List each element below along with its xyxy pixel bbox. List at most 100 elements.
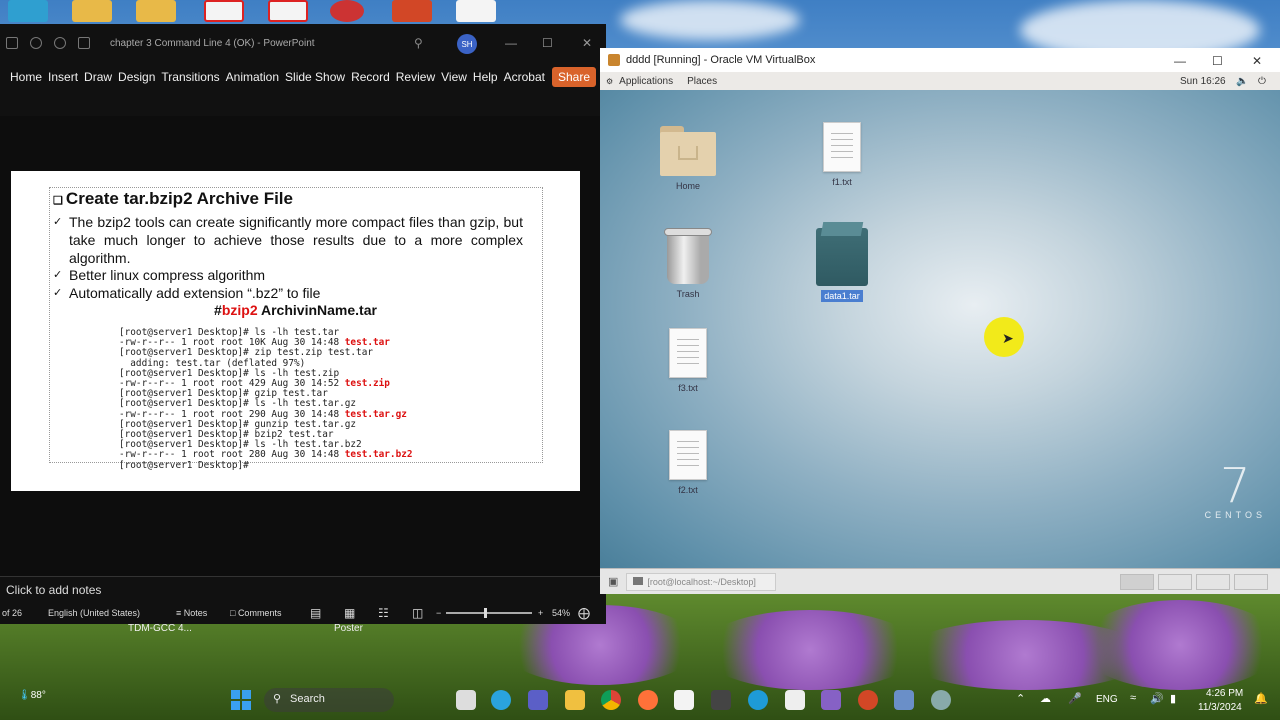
tray-overflow-icon[interactable]: ⌃	[1016, 692, 1025, 705]
desktop-icon-home[interactable]: Home	[648, 122, 728, 192]
chrome-icon[interactable]	[601, 690, 621, 710]
powerpoint-titlebar: chapter 3 Command Line 4 (OK) - PowerPoi…	[0, 24, 606, 62]
settings-icon[interactable]	[931, 690, 951, 710]
bullet-item: ✓ Automatically add extension “.bz2” to …	[53, 285, 321, 301]
virtualbox-icon[interactable]	[894, 690, 914, 710]
edge-icon[interactable]	[748, 690, 768, 710]
tab-view[interactable]: View	[441, 70, 467, 84]
presenter-view-icon[interactable]: ◫	[412, 606, 436, 620]
fit-slide-icon[interactable]: ⨁	[578, 606, 590, 620]
close-button[interactable]: ✕	[1252, 54, 1262, 68]
avatar[interactable]: SH	[457, 34, 477, 54]
virtualbox-window: dddd [Running] - Oracle VM VirtualBox — …	[600, 48, 1280, 594]
powerpoint-window: chapter 3 Command Line 4 (OK) - PowerPoi…	[0, 24, 606, 624]
tab-insert[interactable]: Insert	[48, 70, 78, 84]
undo-icon[interactable]	[30, 37, 42, 49]
visual-studio-icon[interactable]	[821, 690, 841, 710]
power-icon[interactable]: ⏻	[1258, 76, 1266, 87]
close-button[interactable]: ✕	[582, 36, 592, 50]
minimize-button[interactable]: —	[505, 36, 517, 50]
maximize-button[interactable]: ☐	[542, 36, 553, 50]
word-file-icon[interactable]	[456, 0, 496, 22]
desktop-icon[interactable]	[8, 0, 48, 22]
terminal-line: [root@server1 Desktop]#	[119, 459, 249, 471]
zoom-level[interactable]: 54%	[552, 608, 578, 618]
folder-icon[interactable]	[136, 0, 176, 22]
save-icon[interactable]	[6, 37, 18, 49]
home-folder-icon	[660, 122, 716, 176]
notification-bell-icon[interactable]: 🔔	[1254, 692, 1268, 705]
share-button[interactable]: Share	[551, 67, 596, 87]
slide-sorter-icon[interactable]: ▦	[344, 606, 378, 620]
reading-view-icon[interactable]: ☷	[378, 606, 412, 620]
firefox-icon[interactable]	[638, 690, 658, 710]
redo-icon[interactable]	[54, 37, 66, 49]
weather-widget[interactable]: 🌡88°	[18, 690, 46, 701]
icon-label: f1.txt	[832, 177, 852, 187]
zoom-out-button[interactable]: −	[436, 608, 446, 618]
tab-slide-show[interactable]: Slide Show	[285, 70, 345, 84]
present-icon[interactable]	[78, 37, 90, 49]
app-icon[interactable]	[785, 690, 805, 710]
taskbar-search-input[interactable]: ⚲ Search	[264, 688, 394, 712]
desktop-icon-f2[interactable]: f2.txt	[648, 430, 728, 496]
powerpoint-file-icon[interactable]	[392, 0, 432, 22]
minimize-button[interactable]: —	[1174, 54, 1186, 68]
maximize-button[interactable]: ☐	[1212, 54, 1223, 68]
slide[interactable]: ❑ Create tar.bzip2 Archive File ✓ The bz…	[11, 171, 580, 491]
start-icon[interactable]	[231, 690, 251, 710]
search-icon[interactable]: ⚲	[414, 36, 423, 50]
zoom-in-button[interactable]: +	[538, 608, 552, 618]
pdf-icon[interactable]	[204, 0, 244, 22]
telegram-icon[interactable]	[491, 690, 511, 710]
workspace-4[interactable]	[1234, 574, 1268, 590]
places-menu[interactable]: Places	[687, 76, 717, 87]
tab-animation[interactable]: Animation	[226, 70, 279, 84]
folder-icon[interactable]	[565, 690, 585, 710]
check-bullet-icon: ✓	[53, 287, 63, 299]
microphone-icon[interactable]: 🎤	[1068, 692, 1082, 705]
tab-transitions[interactable]: Transitions	[161, 70, 219, 84]
store-icon[interactable]	[674, 690, 694, 710]
desktop-icon-f1[interactable]: f1.txt	[802, 122, 882, 188]
desktop-icon-f3[interactable]: f3.txt	[648, 328, 728, 394]
powerpoint-icon[interactable]	[858, 690, 878, 710]
speaker-icon[interactable]: 🔊	[1150, 692, 1164, 705]
pdf-icon[interactable]	[268, 0, 308, 22]
teams-icon[interactable]	[528, 690, 548, 710]
volume-icon[interactable]: 🔈	[1236, 76, 1248, 87]
input-language[interactable]: ENG	[1096, 694, 1118, 705]
workspace-1[interactable]	[1120, 574, 1154, 590]
comments-button[interactable]: □ Comments	[230, 608, 310, 618]
workspace-3[interactable]	[1196, 574, 1230, 590]
language-status[interactable]: English (United States)	[48, 608, 176, 618]
desktop-icon-data1[interactable]: data1.tar	[802, 222, 882, 302]
tab-help[interactable]: Help	[473, 70, 498, 84]
terminal-task-button[interactable]: [root@localhost:~/Desktop]	[626, 572, 777, 591]
clock[interactable]: Sun 16:26	[1180, 76, 1226, 87]
file-explorer-icon[interactable]	[456, 690, 476, 710]
tab-design[interactable]: Design	[118, 70, 155, 84]
normal-view-icon[interactable]: ▤	[310, 606, 344, 620]
zoom-slider-handle[interactable]	[484, 608, 487, 618]
desktop-icon-trash[interactable]: Trash	[648, 228, 728, 300]
tab-home[interactable]: Home	[10, 70, 42, 84]
workspace-2[interactable]	[1158, 574, 1192, 590]
app-icon[interactable]	[711, 690, 731, 710]
tab-review[interactable]: Review	[396, 70, 435, 84]
zoom-slider[interactable]	[446, 608, 532, 618]
tab-draw[interactable]: Draw	[84, 70, 112, 84]
folder-icon[interactable]	[72, 0, 112, 22]
tab-record[interactable]: Record	[351, 70, 390, 84]
wifi-icon[interactable]: ≈	[1130, 692, 1136, 704]
tab-acrobat[interactable]: Acrobat	[504, 70, 545, 84]
avatar-icon[interactable]	[330, 0, 364, 22]
network-tray-icon[interactable]: ☁	[1040, 692, 1051, 705]
show-desktop-icon[interactable]: ▣	[608, 575, 618, 588]
battery-icon[interactable]: ▮	[1170, 692, 1176, 705]
notes-button[interactable]: ≡ Notes	[176, 608, 230, 618]
applications-menu[interactable]: Applications	[619, 76, 673, 87]
notes-pane[interactable]: Click to add notes	[0, 576, 606, 602]
clock-time[interactable]: 4:26 PM	[1206, 688, 1243, 699]
clock-date[interactable]: 11/3/2024	[1198, 702, 1242, 713]
